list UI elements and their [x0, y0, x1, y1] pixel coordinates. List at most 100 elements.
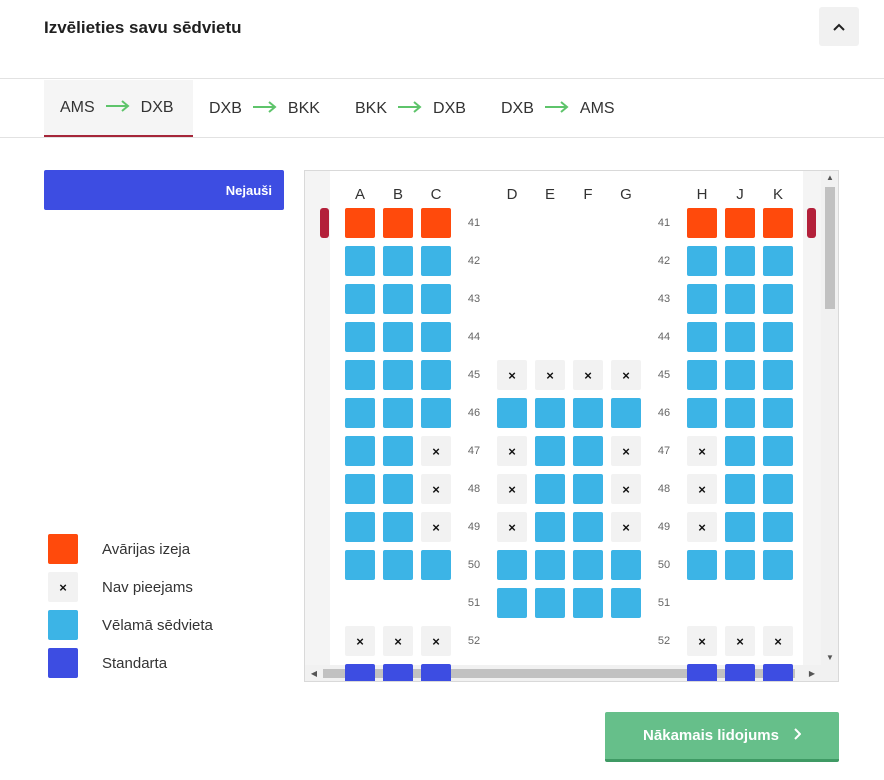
seat-unavailable: ×: [497, 360, 527, 390]
collapse-button[interactable]: [819, 7, 859, 46]
seat-standard[interactable]: [763, 664, 793, 681]
seat-preferred[interactable]: [421, 246, 451, 276]
seat-preferred[interactable]: [763, 436, 793, 466]
scroll-up-arrow[interactable]: ▲: [821, 171, 838, 185]
random-seat-button[interactable]: Nejauši: [44, 170, 284, 210]
seat-exit[interactable]: [687, 208, 717, 238]
column-letter: H: [696, 186, 708, 203]
seat-preferred[interactable]: [725, 246, 755, 276]
scroll-right-arrow[interactable]: ▶: [805, 665, 819, 681]
page-title: Izvēlieties savu sēdvietu: [44, 18, 242, 37]
seat-preferred[interactable]: [725, 284, 755, 314]
seat-standard[interactable]: [687, 664, 717, 681]
seat-preferred[interactable]: [535, 474, 565, 504]
seat-preferred[interactable]: [725, 436, 755, 466]
next-flight-button[interactable]: Nākamais lidojums: [605, 712, 839, 762]
seat-preferred[interactable]: [763, 550, 793, 580]
seat-preferred[interactable]: [763, 322, 793, 352]
scroll-down-arrow[interactable]: ▼: [821, 651, 838, 665]
seat-standard[interactable]: [383, 664, 413, 681]
seat-exit[interactable]: [345, 208, 375, 238]
seat-preferred[interactable]: [573, 512, 603, 542]
seat-preferred[interactable]: [687, 550, 717, 580]
seat-preferred[interactable]: [725, 474, 755, 504]
seat-preferred[interactable]: [345, 474, 375, 504]
seat-preferred[interactable]: [573, 588, 603, 618]
seat-preferred[interactable]: [763, 512, 793, 542]
seat-preferred[interactable]: [383, 550, 413, 580]
seat-preferred[interactable]: [687, 360, 717, 390]
seat-preferred[interactable]: [535, 398, 565, 428]
flight-tab[interactable]: AMS DXB: [44, 80, 193, 137]
seat-preferred[interactable]: [573, 550, 603, 580]
seat-preferred[interactable]: [573, 398, 603, 428]
seat-exit[interactable]: [725, 208, 755, 238]
vertical-scroll-thumb[interactable]: [825, 187, 835, 309]
flight-tab[interactable]: BKK DXB: [339, 80, 485, 137]
seat-map[interactable]: ▲ ▼ ◀ ▶ A B C D E F G H J K 41 41 42 42 43 43 44 44 45 45 × ×…: [304, 170, 839, 682]
seat-standard[interactable]: [421, 664, 451, 681]
row-number: 42: [657, 255, 671, 267]
seat-preferred[interactable]: [687, 284, 717, 314]
seat-preferred[interactable]: [725, 398, 755, 428]
seat-preferred[interactable]: [497, 550, 527, 580]
seat-preferred[interactable]: [763, 284, 793, 314]
scroll-left-arrow[interactable]: ◀: [307, 665, 321, 681]
seat-preferred[interactable]: [725, 360, 755, 390]
legend-item-exit: Avārijas izeja: [48, 534, 308, 564]
seat-preferred[interactable]: [687, 246, 717, 276]
seat-preferred[interactable]: [421, 550, 451, 580]
seat-preferred[interactable]: [535, 550, 565, 580]
seat-preferred[interactable]: [421, 360, 451, 390]
seat-exit[interactable]: [383, 208, 413, 238]
seat-preferred[interactable]: [383, 284, 413, 314]
seat-exit[interactable]: [421, 208, 451, 238]
seat-preferred[interactable]: [383, 246, 413, 276]
seat-preferred[interactable]: [687, 322, 717, 352]
seat-standard[interactable]: [725, 664, 755, 681]
route-destination: BKK: [287, 99, 320, 117]
seat-preferred[interactable]: [421, 398, 451, 428]
seat-preferred[interactable]: [725, 550, 755, 580]
flight-tab[interactable]: DXB AMS: [485, 80, 635, 137]
seat-preferred[interactable]: [345, 398, 375, 428]
seat-preferred[interactable]: [725, 322, 755, 352]
seat-exit[interactable]: [763, 208, 793, 238]
seat-preferred[interactable]: [725, 512, 755, 542]
seat-preferred[interactable]: [611, 550, 641, 580]
row-number: 47: [657, 445, 671, 457]
seat-preferred[interactable]: [687, 398, 717, 428]
seat-preferred[interactable]: [535, 512, 565, 542]
seat-preferred[interactable]: [421, 322, 451, 352]
flight-tab[interactable]: DXB BKK: [193, 80, 339, 137]
seat-preferred[interactable]: [535, 436, 565, 466]
seat-preferred[interactable]: [383, 322, 413, 352]
seat-preferred[interactable]: [383, 474, 413, 504]
seat-preferred[interactable]: [573, 436, 603, 466]
seat-preferred[interactable]: [345, 284, 375, 314]
seat-preferred[interactable]: [383, 398, 413, 428]
seat-preferred[interactable]: [497, 588, 527, 618]
seat-preferred[interactable]: [763, 398, 793, 428]
seat-preferred[interactable]: [497, 398, 527, 428]
seat-preferred[interactable]: [345, 246, 375, 276]
seat-preferred[interactable]: [763, 246, 793, 276]
seat-preferred[interactable]: [763, 360, 793, 390]
seat-preferred[interactable]: [763, 474, 793, 504]
seat-preferred[interactable]: [383, 436, 413, 466]
vertical-scrollbar[interactable]: ▲ ▼: [821, 171, 838, 665]
seat-preferred[interactable]: [383, 512, 413, 542]
seat-preferred[interactable]: [573, 474, 603, 504]
seat-preferred[interactable]: [383, 360, 413, 390]
seat-preferred[interactable]: [345, 550, 375, 580]
seat-standard[interactable]: [345, 664, 375, 681]
row-number: 48: [657, 483, 671, 495]
seat-preferred[interactable]: [345, 360, 375, 390]
seat-preferred[interactable]: [345, 512, 375, 542]
seat-preferred[interactable]: [611, 588, 641, 618]
seat-preferred[interactable]: [421, 284, 451, 314]
seat-preferred[interactable]: [345, 436, 375, 466]
seat-preferred[interactable]: [345, 322, 375, 352]
seat-preferred[interactable]: [535, 588, 565, 618]
seat-preferred[interactable]: [611, 398, 641, 428]
